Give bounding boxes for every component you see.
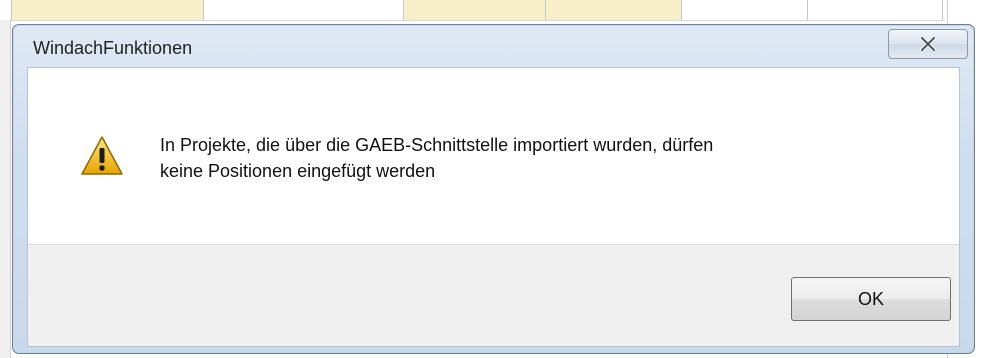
message-dialog: WindachFunktionen In Projekte, die über … [12, 24, 975, 354]
warning-icon [80, 134, 124, 178]
background-cell [546, 0, 682, 20]
close-button[interactable] [888, 29, 968, 59]
background-cell [204, 0, 404, 20]
background-left-column [0, 20, 11, 358]
dialog-title: WindachFunktionen [33, 38, 193, 58]
dialog-message: In Projekte, die über die GAEB-Schnittst… [160, 132, 930, 184]
dialog-footer: OK [28, 244, 959, 346]
message-line-2: keine Positionen eingefügt werden [160, 161, 436, 181]
background-cell [682, 0, 808, 20]
background-cell [404, 0, 546, 20]
ok-button[interactable]: OK [791, 277, 951, 321]
dialog-client-area: In Projekte, die über die GAEB-Schnittst… [27, 67, 960, 347]
dialog-content: In Projekte, die über die GAEB-Schnittst… [28, 68, 959, 244]
background-grid-row [0, 0, 985, 21]
background-cell [808, 0, 943, 20]
dialog-titlebar[interactable]: WindachFunktionen [13, 25, 974, 65]
message-line-1: In Projekte, die über die GAEB-Schnittst… [160, 135, 714, 155]
background-cell [12, 0, 204, 20]
close-icon [920, 37, 936, 51]
background-cell [0, 0, 12, 20]
